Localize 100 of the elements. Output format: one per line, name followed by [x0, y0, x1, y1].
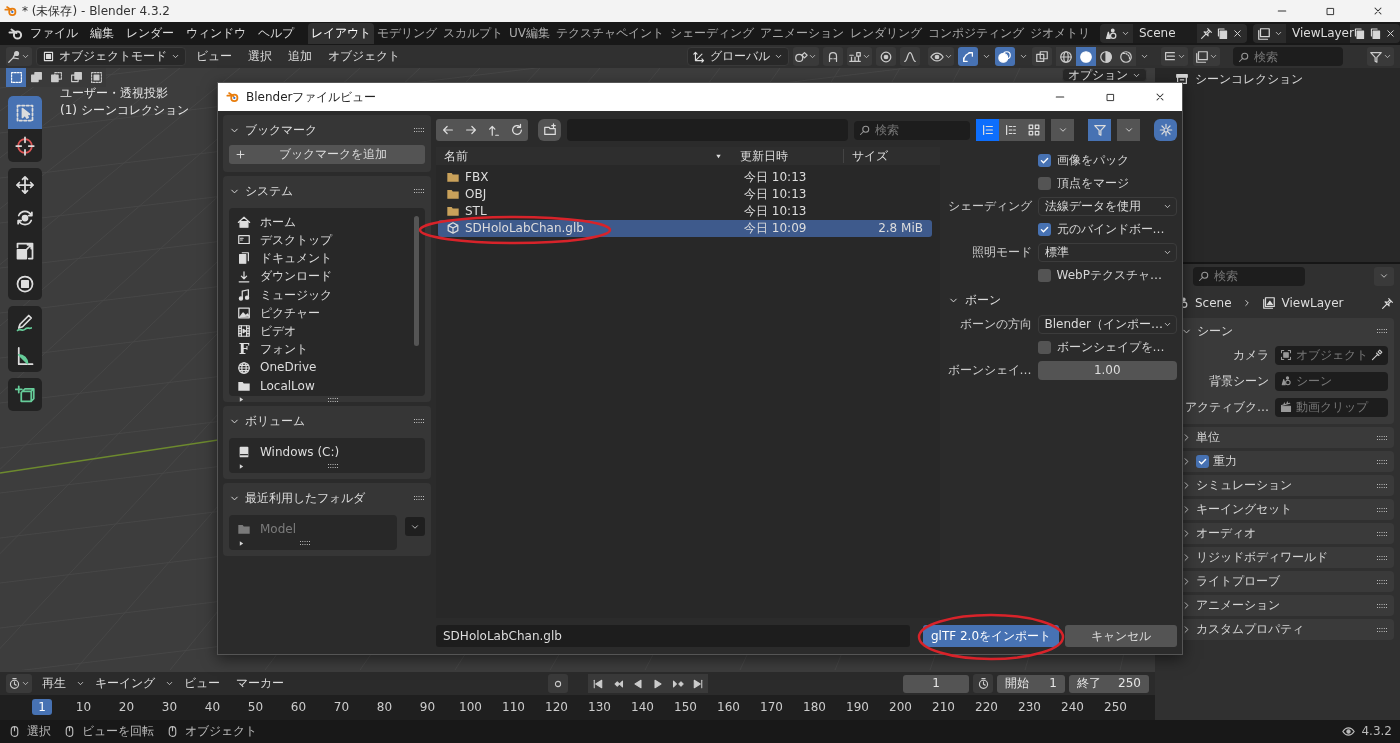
- frame-number: 1: [32, 699, 52, 716]
- workspace-tab[interactable]: ジオメトリ: [1027, 23, 1093, 44]
- add-bookmark-button[interactable]: ブックマークを追加: [229, 145, 425, 164]
- menu-item[interactable]: マーカー: [230, 676, 290, 691]
- frame-number: 110: [501, 699, 526, 716]
- sidebar-item[interactable]: ダウンロード: [237, 267, 409, 286]
- section-title: システム: [245, 183, 293, 199]
- workspace-tab[interactable]: レンダリング: [847, 23, 925, 44]
- menu-item[interactable]: レンダー: [120, 23, 180, 44]
- frame-number: 250: [1103, 699, 1128, 716]
- menu-item[interactable]: ビュー: [189, 49, 238, 64]
- menu-item[interactable]: 追加: [281, 49, 318, 64]
- column-header[interactable]: 名前: [436, 148, 732, 164]
- menu-item[interactable]: ファイル: [24, 23, 84, 44]
- sidebar-item[interactable]: F フォント: [237, 340, 409, 359]
- number-field[interactable]: 1.00: [1037, 361, 1177, 380]
- panel-title: ライトプローブ: [1196, 574, 1280, 589]
- cancel-button[interactable]: キャンセル: [1065, 625, 1177, 647]
- workspace-tab[interactable]: モデリング: [374, 23, 440, 44]
- sidebar-item[interactable]: デスクトップ: [237, 231, 409, 250]
- menu-item[interactable]: ウィンドウ: [180, 23, 252, 44]
- outliner-item[interactable]: シーンコレクション: [1195, 71, 1303, 87]
- panel-title: カスタムプロパティ: [1196, 622, 1304, 637]
- frame-number: 130: [587, 699, 612, 716]
- mode-dropdown[interactable]: オブジェクトモード: [35, 47, 186, 66]
- workspace-tab[interactable]: コンポジティング: [925, 23, 1027, 44]
- sidebar-item[interactable]: LocalLow: [237, 376, 409, 395]
- search-field[interactable]: 検索: [1193, 266, 1305, 286]
- dropdown[interactable]: 法線データを使用: [1037, 197, 1177, 216]
- search-field[interactable]: 検索: [1233, 47, 1343, 66]
- file-row[interactable]: STL 今日 10:13: [438, 203, 932, 220]
- checkbox-label[interactable]: WebPテクスチャ…: [1056, 268, 1162, 283]
- column-header[interactable]: 更新日時: [732, 148, 844, 164]
- sidebar-item[interactable]: OneDrive: [237, 358, 409, 377]
- panel-title: オーディオ: [1196, 526, 1256, 541]
- frame-number: 170: [759, 699, 784, 716]
- dropdown[interactable]: Blender（インポー…: [1037, 315, 1177, 334]
- status-hint: 選択: [27, 724, 51, 739]
- workspace-tab[interactable]: アニメーション: [757, 23, 847, 44]
- clip-field[interactable]: 動画クリップ: [1275, 397, 1388, 417]
- menu-item[interactable]: 再生: [36, 676, 72, 691]
- workspace-tab[interactable]: テクスチャペイント: [553, 23, 667, 44]
- current-frame-field[interactable]: 1: [903, 674, 969, 693]
- end-frame-field[interactable]: 終了 250: [1069, 674, 1149, 693]
- menu-item[interactable]: ヘルプ: [252, 23, 300, 44]
- sidebar-item[interactable]: Windows (C:): [237, 443, 409, 462]
- sidebar-item[interactable]: ピクチャー: [237, 303, 409, 323]
- checkbox-label[interactable]: 元のバインドボー…: [1056, 222, 1165, 237]
- frame-number: 20: [117, 699, 136, 716]
- viewport-info-text: ユーザー・透視投影: [60, 86, 169, 101]
- panel-title: アニメーション: [1196, 598, 1280, 613]
- menu-item[interactable]: 編集: [84, 23, 120, 44]
- import-button[interactable]: glTF 2.0をインポート: [923, 625, 1059, 647]
- frame-number: 150: [673, 699, 698, 716]
- checkbox-label[interactable]: ボーンシェイプを…: [1056, 340, 1165, 355]
- workspace-tab[interactable]: UV編集: [506, 23, 553, 44]
- object-field[interactable]: オブジェクト: [1275, 345, 1388, 365]
- panel-title: 単位: [1196, 430, 1220, 445]
- workspace-tab[interactable]: シェーディング: [667, 23, 757, 44]
- workspace-tab[interactable]: スカルプト: [440, 23, 506, 44]
- breadcrumb-item[interactable]: ViewLayer: [1281, 295, 1344, 311]
- sidebar-item[interactable]: ビデオ: [237, 322, 409, 341]
- menu-item[interactable]: 選択: [241, 49, 278, 64]
- checkbox-label[interactable]: 画像をパック: [1056, 153, 1129, 168]
- panel-header[interactable]: ボーン: [943, 289, 1177, 311]
- frame-number: 190: [845, 699, 870, 716]
- frame-number: 10: [74, 699, 93, 716]
- checkbox-label[interactable]: 頂点をマージ: [1056, 176, 1129, 191]
- scene-field[interactable]: Scene: [1133, 24, 1197, 43]
- frame-number: 160: [716, 699, 741, 716]
- field-label: シェーディング: [946, 199, 1032, 214]
- dropdown[interactable]: 標準: [1037, 243, 1177, 262]
- menu-item[interactable]: キーイング: [89, 676, 161, 691]
- sidebar-item[interactable]: ミュージック: [237, 285, 409, 304]
- orientation-dropdown[interactable]: グローバル: [686, 47, 789, 66]
- version-text: 4.3.2: [1361, 724, 1392, 739]
- dialog-title: Blenderファイルビュー: [246, 89, 377, 105]
- menu-item[interactable]: ビュー: [178, 676, 226, 691]
- sidebar-item[interactable]: ドキュメント: [237, 249, 409, 268]
- status-hint: オブジェクト: [185, 724, 257, 739]
- breadcrumb-item[interactable]: Scene: [1195, 295, 1232, 311]
- column-header[interactable]: サイズ: [844, 148, 924, 164]
- menu-item[interactable]: オブジェクト: [321, 49, 406, 64]
- start-frame-field[interactable]: 開始 1: [997, 674, 1065, 693]
- section-title: 最近利用したフォルダ: [245, 491, 365, 506]
- search-field[interactable]: 検索: [854, 120, 970, 140]
- file-row[interactable]: SDHoloLabChan.glb 今日 10:09 2.8 MiB: [438, 220, 932, 237]
- frame-number: 90: [418, 699, 437, 716]
- frame-number: 40: [203, 699, 222, 716]
- scene-field[interactable]: シーン: [1275, 371, 1388, 391]
- frame-number: 50: [246, 699, 265, 716]
- file-row[interactable]: FBX 今日 10:13: [438, 169, 932, 186]
- workspace-tab[interactable]: レイアウト: [308, 23, 374, 44]
- field-label: 照明モード: [970, 245, 1032, 260]
- section-title: ボリューム: [245, 413, 305, 429]
- file-row[interactable]: OBJ 今日 10:13: [438, 186, 932, 203]
- frame-number: 70: [332, 699, 351, 716]
- filename-field[interactable]: SDHoloLabChan.glb: [436, 625, 910, 647]
- sidebar-item[interactable]: ホーム: [237, 213, 409, 232]
- options-dropdown[interactable]: オプション: [1062, 68, 1147, 82]
